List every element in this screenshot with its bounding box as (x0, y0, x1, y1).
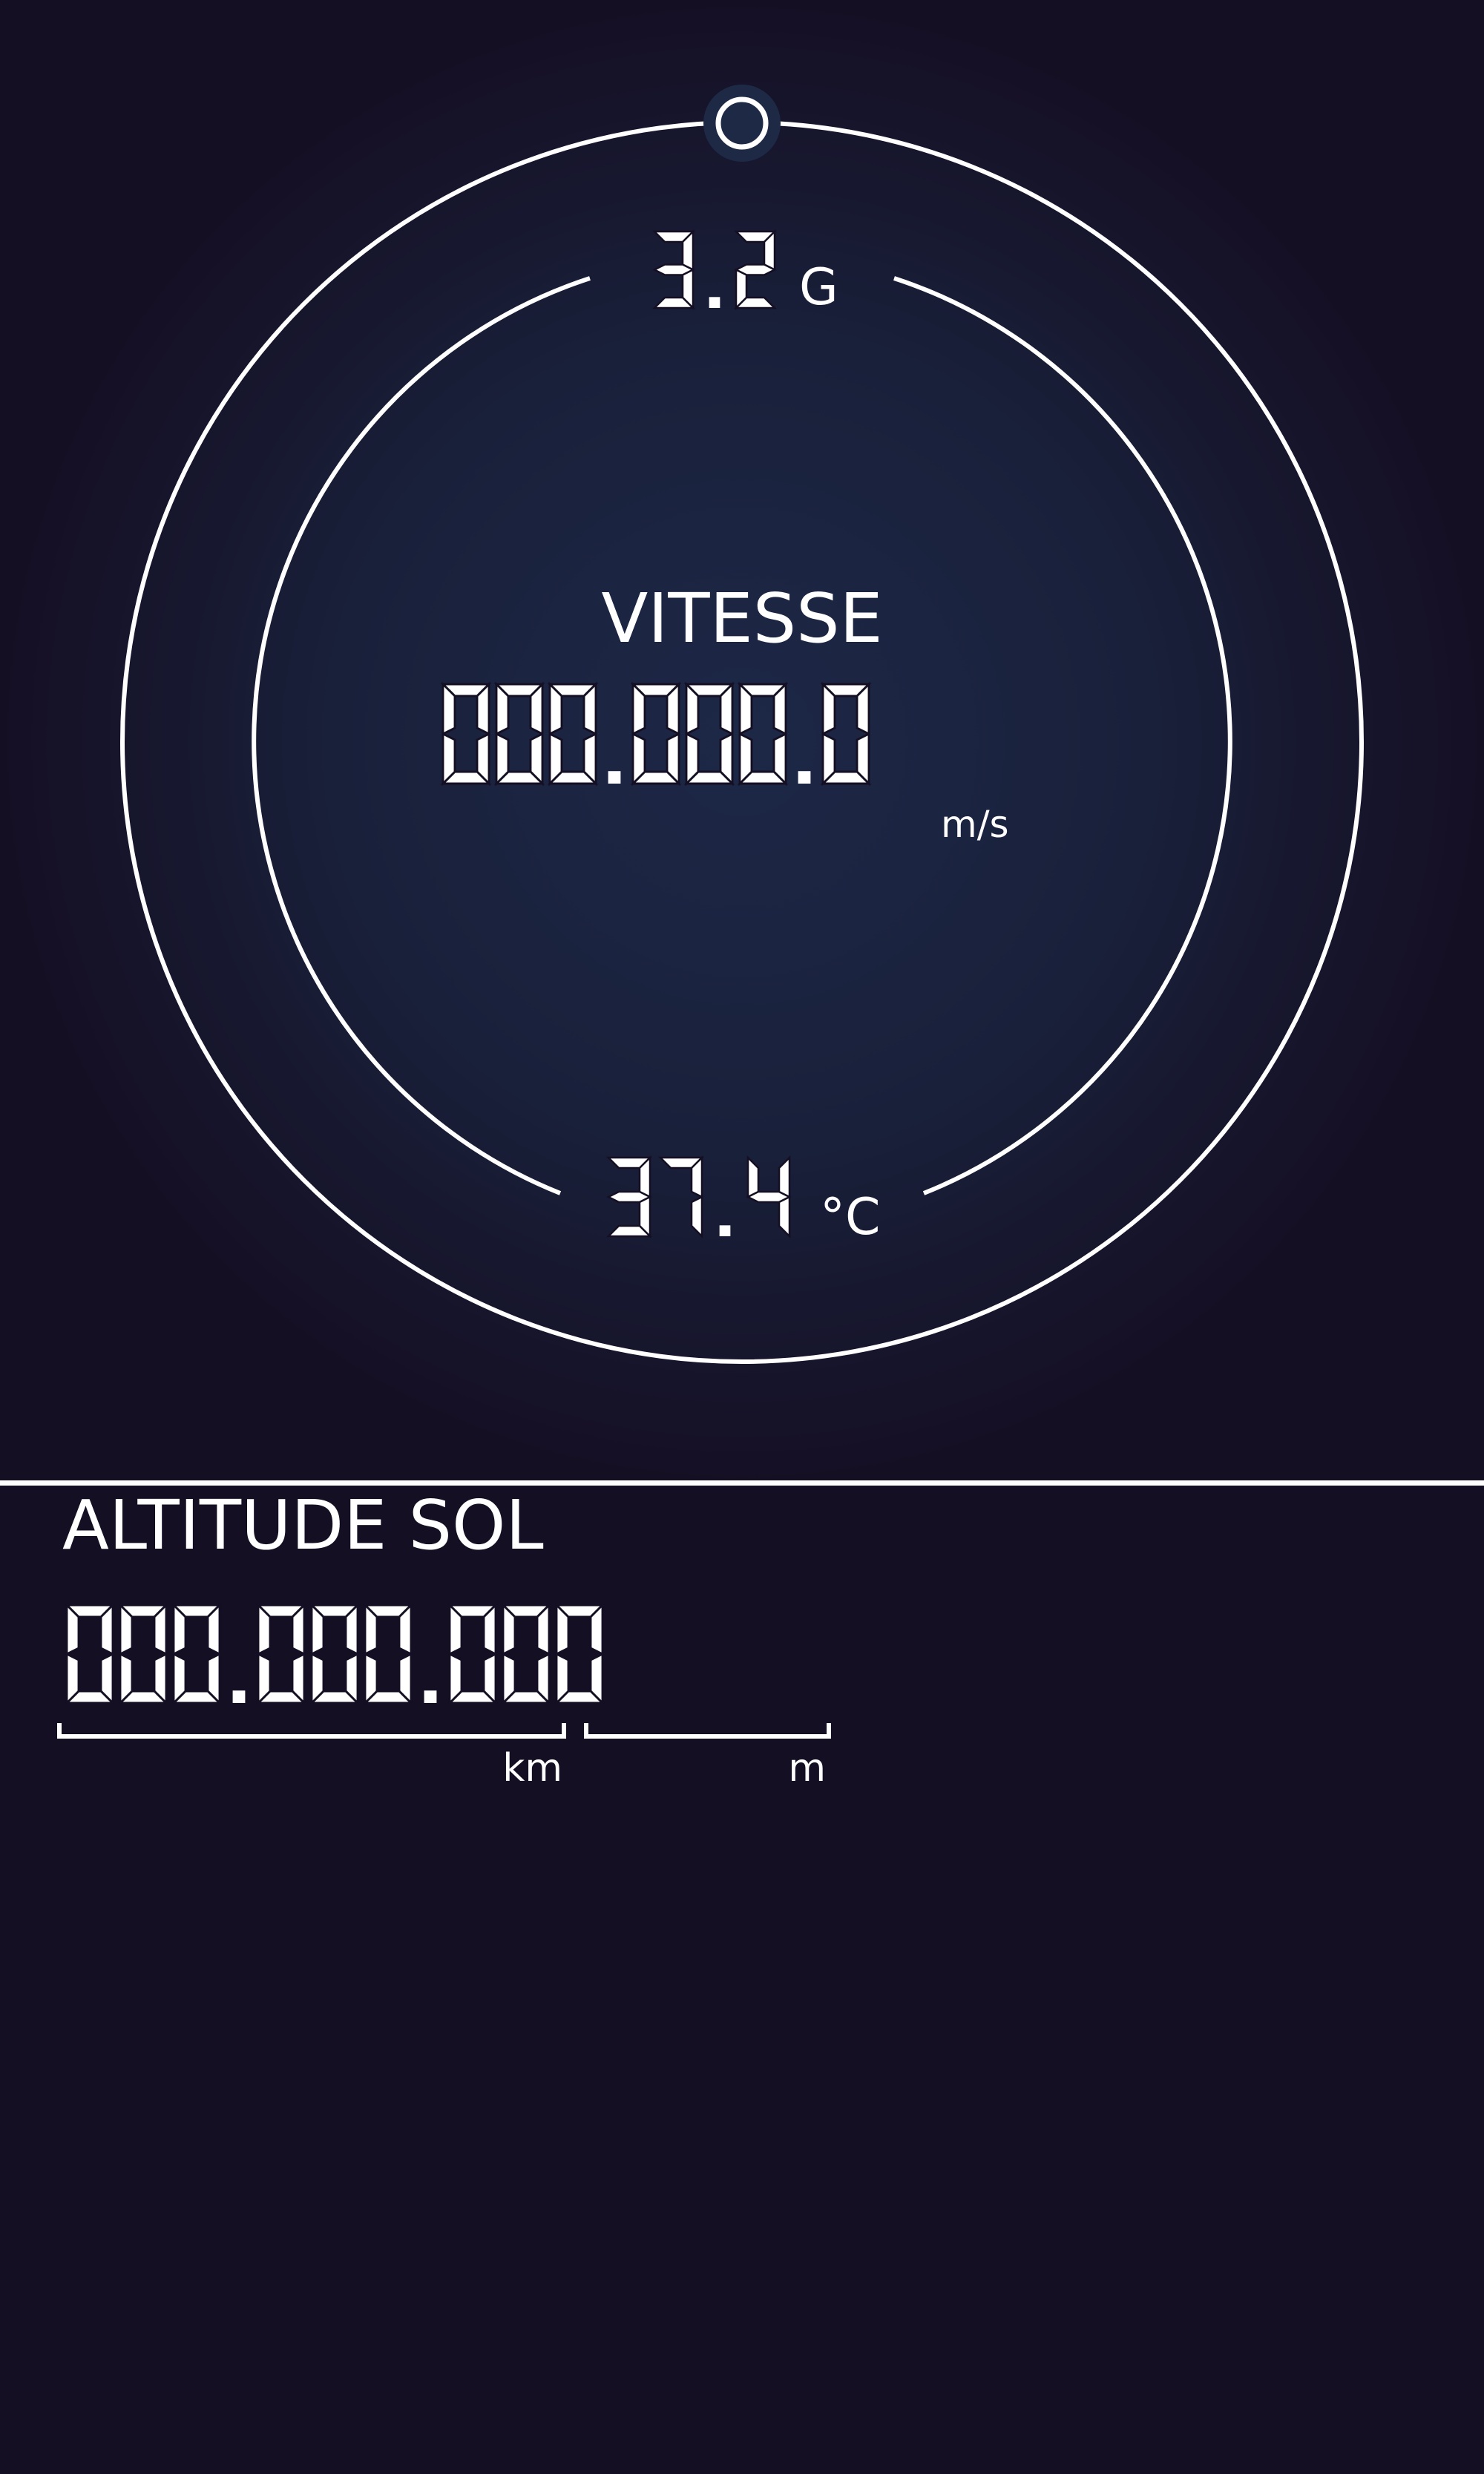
digit-dot (424, 1690, 437, 1703)
temperature-unit: °C (820, 1188, 880, 1247)
seven-segment-digit (117, 1602, 169, 1706)
seven-segment-digit (309, 1602, 361, 1706)
dashboard-canvas: G VITESSE m/s °C ALTITUDE SOL km m (0, 0, 1484, 1791)
km-label: km (502, 1746, 562, 1791)
altitude-value (64, 1602, 605, 1706)
seven-segment-digit (554, 1602, 605, 1706)
dashboard-screen: G VITESSE m/s °C ALTITUDE SOL km m (0, 0, 1484, 2474)
seven-segment-digit (362, 1602, 414, 1706)
g-force-unit: G (799, 258, 838, 317)
seven-segment-digit (171, 1602, 223, 1706)
m-bracket (584, 1723, 831, 1739)
seven-segment-digit (500, 1602, 552, 1706)
speed-label: VITESSE (601, 579, 882, 658)
digit-dot (709, 297, 720, 308)
seven-segment-digit (64, 1602, 116, 1706)
m-label: m (788, 1746, 826, 1791)
section-divider (0, 1480, 1484, 1486)
seven-segment-digit (447, 1602, 499, 1706)
digit-dot (798, 771, 811, 784)
seven-segment-digit (255, 1602, 307, 1706)
digit-dot (608, 771, 621, 784)
speed-unit: m/s (941, 803, 1009, 846)
digit-dot (719, 1225, 731, 1236)
ring-knob-icon[interactable] (703, 85, 781, 162)
km-bracket (57, 1723, 566, 1739)
altitude-label: ALTITUDE SOL (62, 1486, 544, 1565)
digit-dot (232, 1690, 246, 1703)
